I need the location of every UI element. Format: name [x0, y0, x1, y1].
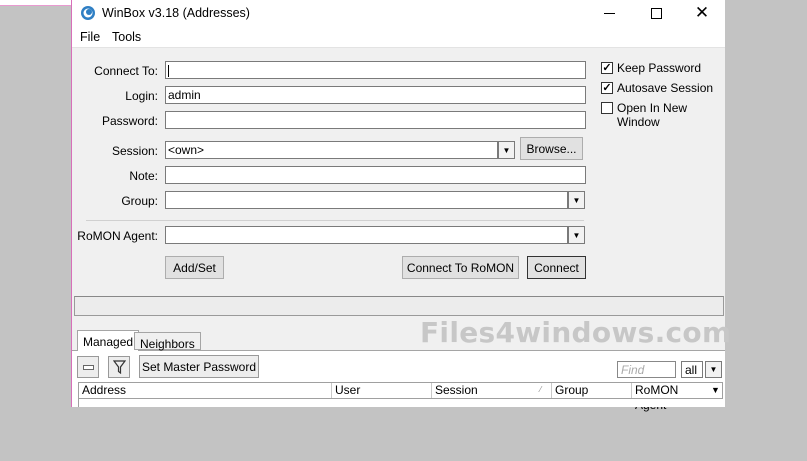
watermark: Files4windows.com: [420, 316, 732, 349]
session-dropdown-button[interactable]: ▼: [498, 141, 515, 159]
chevron-down-icon: ▼: [709, 365, 718, 374]
column-menu-icon[interactable]: ▼: [711, 385, 720, 395]
chevron-down-icon: ▼: [572, 230, 581, 240]
close-icon: ✕: [694, 3, 710, 22]
login-input[interactable]: admin: [165, 86, 586, 104]
remove-button[interactable]: [77, 356, 99, 378]
column-romon-agent[interactable]: RoMON Agent: [632, 383, 710, 412]
connect-to-romon-button[interactable]: Connect To RoMON: [402, 256, 519, 279]
open-in-new-window-label: Open In New Window: [617, 101, 688, 129]
tab-neighbors[interactable]: Neighbors: [134, 332, 201, 351]
set-master-password-button[interactable]: Set Master Password: [139, 355, 259, 378]
text-cursor: [168, 64, 169, 77]
group-label: Group:: [121, 194, 158, 208]
group-dropdown-button[interactable]: ▼: [568, 191, 585, 209]
table-header: Address User Session ⁄ Group RoMON Agent…: [78, 382, 723, 412]
connect-to-input[interactable]: [165, 61, 586, 79]
note-input[interactable]: [165, 166, 586, 184]
winbox-window: WinBox v3.18 (Addresses) ✕ File Tools Co…: [71, 0, 731, 412]
column-group[interactable]: Group: [552, 383, 632, 398]
romon-agent-select[interactable]: [165, 226, 568, 244]
session-label: Session:: [111, 144, 158, 158]
maximize-icon: [650, 7, 662, 19]
column-user[interactable]: User: [332, 383, 432, 398]
group-select[interactable]: [165, 191, 568, 209]
browse-button[interactable]: Browse...: [520, 137, 583, 160]
filter-icon: [112, 360, 126, 374]
menu-file[interactable]: File: [80, 30, 100, 44]
background-window-edge: [0, 0, 72, 6]
winbox-app-icon: [81, 6, 95, 20]
maximize-button[interactable]: [633, 0, 679, 26]
minimize-icon: [603, 12, 615, 14]
filter-select[interactable]: all: [681, 361, 703, 378]
column-address[interactable]: Address: [79, 383, 332, 398]
note-label: Note:: [129, 169, 158, 183]
minus-icon: [82, 364, 94, 370]
status-bar: [74, 296, 724, 316]
session-select[interactable]: <own>: [165, 141, 498, 159]
password-input[interactable]: [165, 111, 586, 129]
close-button[interactable]: ✕: [679, 0, 725, 26]
romon-dropdown-button[interactable]: ▼: [568, 226, 585, 244]
title-bar: WinBox v3.18 (Addresses) ✕: [72, 0, 725, 26]
tab-managed[interactable]: Managed: [77, 330, 140, 351]
login-label: Login:: [125, 89, 158, 103]
password-label: Password:: [101, 114, 158, 128]
chevron-down-icon: ▼: [502, 145, 511, 155]
chevron-down-icon: ▼: [572, 195, 581, 205]
filter-dropdown-button[interactable]: ▼: [705, 361, 722, 378]
connect-button[interactable]: Connect: [527, 256, 586, 279]
table-row: [78, 399, 723, 407]
romon-agent-label: RoMON Agent:: [77, 229, 158, 243]
window-title: WinBox v3.18 (Addresses): [102, 6, 250, 20]
keep-password-checkbox[interactable]: ✓: [601, 62, 613, 74]
autosave-session-checkbox[interactable]: ✓: [601, 82, 613, 94]
sort-icon: ⁄: [540, 385, 542, 394]
filter-button[interactable]: [108, 356, 130, 378]
menu-bar: File Tools: [72, 26, 725, 48]
menu-tools[interactable]: Tools: [112, 30, 141, 44]
form-separator: [86, 220, 584, 221]
open-in-new-window-checkbox[interactable]: [601, 102, 613, 114]
connect-to-label: Connect To:: [94, 64, 158, 78]
autosave-session-label: Autosave Session: [617, 81, 714, 95]
keep-password-label: Keep Password: [617, 61, 702, 75]
find-input[interactable]: Find: [617, 361, 676, 378]
add-set-button[interactable]: Add/Set: [165, 256, 224, 279]
minimize-button[interactable]: [586, 0, 632, 26]
column-session[interactable]: Session: [432, 383, 552, 398]
